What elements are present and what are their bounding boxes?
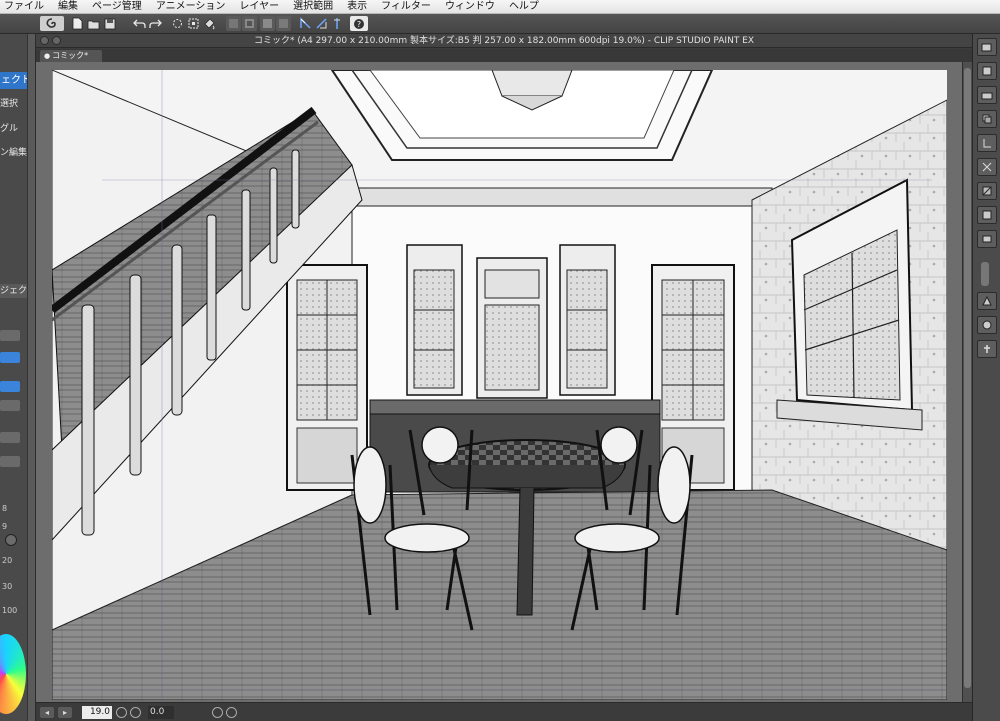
layer-clip-icon[interactable] — [977, 230, 997, 248]
layer-ref-icon[interactable] — [977, 292, 997, 310]
layer-property-icon[interactable] — [977, 316, 997, 334]
layer-copy-icon[interactable] — [977, 110, 997, 128]
transform-icon[interactable] — [186, 16, 201, 31]
layer-new-icon[interactable] — [977, 62, 997, 80]
zoom-field[interactable]: 19.0 — [82, 706, 112, 719]
document-tab[interactable]: ● コミック* — [40, 50, 102, 62]
layer-lock-icon[interactable] — [977, 206, 997, 224]
window-close-button[interactable] — [40, 36, 49, 45]
brush-size-label-4: 30 — [2, 582, 13, 591]
menu-layer[interactable]: レイヤー — [234, 0, 288, 14]
tool-item-group[interactable]: グル — [0, 122, 30, 136]
layer-delete-icon[interactable] — [977, 158, 997, 176]
property-toggle-2[interactable] — [0, 381, 20, 392]
undo-icon[interactable] — [132, 16, 147, 31]
canvas-artwork[interactable] — [52, 70, 947, 700]
ruler-icon[interactable] — [260, 16, 275, 31]
brush-size-label-2: 9 — [2, 522, 8, 531]
brush-size-label-3: 20 — [2, 556, 13, 565]
interior-illustration — [52, 70, 947, 700]
rotation-field[interactable]: 0.0 — [148, 706, 174, 719]
transform-selection-icon[interactable] — [276, 16, 291, 31]
window-minimize-button[interactable] — [52, 36, 61, 45]
zoom-in-icon[interactable] — [130, 707, 141, 718]
snap-icon[interactable] — [298, 16, 313, 31]
tool-property-panel: ェクト 選択 グル ン編集 ジェクト 8 9 20 30 100 — [0, 34, 36, 721]
panel-divider[interactable] — [27, 34, 35, 721]
layer-icon[interactable] — [977, 38, 997, 56]
canvas-area[interactable] — [36, 62, 962, 702]
save-icon[interactable] — [102, 16, 117, 31]
navigator-prev-button[interactable]: ◂ — [40, 707, 54, 718]
window-title: コミック* (A4 297.00 x 210.00mm 製本サイズ:B5 判 2… — [253, 36, 755, 46]
vertical-scrollbar[interactable] — [962, 62, 972, 702]
command-bar: ? — [0, 14, 1000, 34]
menu-file[interactable]: ファイル — [0, 0, 53, 14]
menu-bar: ファイル 編集 ページ管理 アニメーション レイヤー 選択範囲 表示 フィルター… — [0, 0, 1000, 14]
brush-size-label-5: 100 — [2, 606, 18, 615]
status-bar: ◂ ▸ 19.0 0.0 — [36, 702, 972, 721]
layer-merge-icon[interactable] — [977, 134, 997, 152]
vertical-scrollbar-thumb[interactable] — [964, 68, 971, 688]
menu-page[interactable]: ページ管理 — [87, 0, 151, 14]
select-icon[interactable] — [226, 16, 241, 31]
menu-window[interactable]: ウィンドウ — [440, 0, 504, 14]
snap-special-icon[interactable] — [314, 16, 329, 31]
open-file-icon[interactable] — [86, 16, 101, 31]
menu-help[interactable]: ヘルプ — [504, 0, 548, 14]
tab-close-icon[interactable]: ● — [44, 52, 50, 60]
brush-size-label-1: 8 — [2, 504, 8, 513]
tool-item-edit[interactable]: ン編集 — [0, 146, 30, 160]
property-field-2[interactable] — [0, 456, 20, 467]
clip-studio-logo-icon[interactable] — [40, 16, 64, 31]
tool-item-select[interactable]: 選択 — [0, 97, 30, 111]
property-toggle[interactable] — [0, 352, 20, 363]
help-icon[interactable]: ? — [350, 16, 368, 31]
fill-icon[interactable] — [202, 16, 217, 31]
selection-invert-icon[interactable] — [242, 16, 257, 31]
property-control[interactable] — [0, 330, 20, 341]
layer-panel-toolbar — [972, 34, 1000, 721]
rotate-right-icon[interactable] — [226, 707, 237, 718]
property-slider[interactable] — [0, 400, 20, 411]
redo-icon[interactable] — [148, 16, 163, 31]
menu-animation[interactable]: アニメーション — [151, 0, 235, 14]
sub-tool-label[interactable]: ジェクト — [0, 284, 30, 298]
document-tab-label: コミック* — [52, 51, 89, 60]
zoom-out-icon[interactable] — [116, 707, 127, 718]
color-wheel[interactable] — [0, 634, 26, 714]
layer-folder-icon[interactable] — [977, 86, 997, 104]
tool-tab-object[interactable]: ェクト — [0, 72, 30, 89]
property-field[interactable] — [0, 432, 20, 443]
layer-search-icon[interactable] — [977, 340, 997, 358]
layer-mask-icon[interactable] — [977, 182, 997, 200]
navigator-next-button[interactable]: ▸ — [58, 707, 72, 718]
menu-filter[interactable]: フィルター — [376, 0, 440, 14]
brush-size-preset[interactable] — [5, 534, 17, 546]
document-tab-bar: ● コミック* — [36, 49, 972, 62]
rotate-left-icon[interactable] — [212, 707, 223, 718]
new-file-icon[interactable] — [70, 16, 85, 31]
snap-grid-icon[interactable] — [330, 16, 345, 31]
document-title-bar: コミック* (A4 297.00 x 210.00mm 製本サイズ:B5 判 2… — [36, 34, 972, 48]
svg-text:?: ? — [357, 20, 361, 29]
menu-edit[interactable]: 編集 — [53, 0, 87, 14]
panel-scroller[interactable] — [981, 262, 989, 286]
menu-selection[interactable]: 選択範囲 — [288, 0, 342, 14]
menu-view[interactable]: 表示 — [342, 0, 376, 14]
clear-icon[interactable] — [170, 16, 185, 31]
